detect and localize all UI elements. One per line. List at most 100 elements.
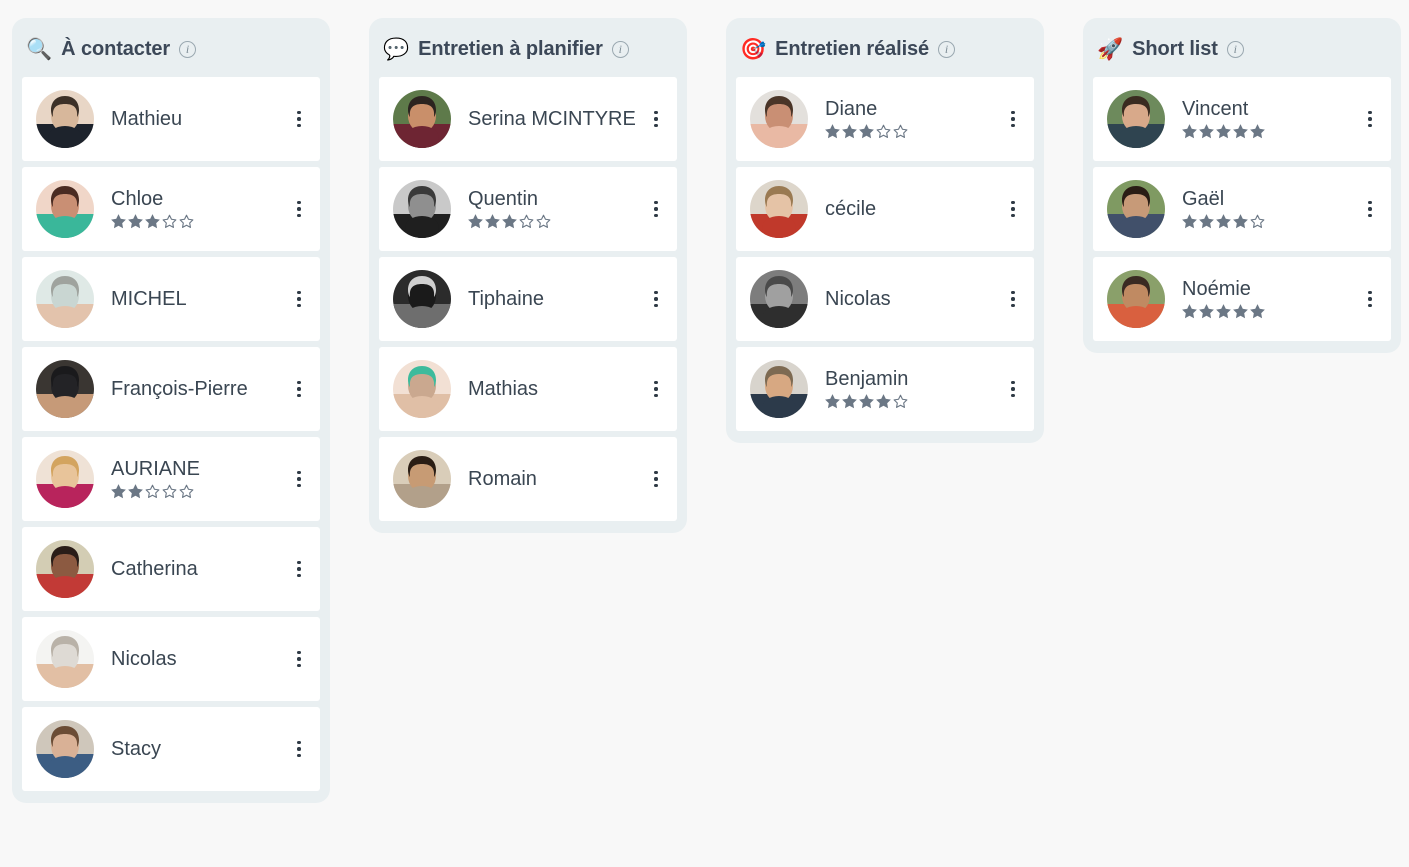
- card-menu-button[interactable]: [288, 644, 310, 674]
- kanban-column-entretien-realise: 🎯 Entretien réalisé i Diane cécile Nicolas Ben…: [726, 18, 1044, 443]
- candidate-card[interactable]: Mathias: [379, 347, 677, 431]
- candidate-card[interactable]: Serina MCINTYRE: [379, 77, 677, 161]
- candidate-card[interactable]: Nicolas: [736, 257, 1034, 341]
- candidate-name: Vincent: [1182, 98, 1249, 120]
- menu-dot: [297, 207, 301, 211]
- card-menu-button[interactable]: [288, 194, 310, 224]
- candidate-name: Serina MCINTYRE: [468, 107, 636, 130]
- candidate-card[interactable]: François-Pierre: [22, 347, 320, 431]
- card-menu-button[interactable]: [645, 284, 667, 314]
- avatar: [36, 90, 94, 148]
- candidate-card[interactable]: Gaël: [1093, 167, 1391, 251]
- card-body: Diane: [808, 98, 1002, 140]
- card-menu-button[interactable]: [1002, 104, 1024, 134]
- candidate-card[interactable]: MICHEL: [22, 257, 320, 341]
- card-menu-button[interactable]: [1359, 194, 1381, 224]
- candidate-card[interactable]: Tiphaine: [379, 257, 677, 341]
- rating-stars[interactable]: [111, 483, 288, 500]
- menu-dot: [654, 297, 658, 301]
- candidate-card[interactable]: Nicolas: [22, 617, 320, 701]
- card-menu-button[interactable]: [1002, 194, 1024, 224]
- card-body: Stacy: [94, 738, 288, 761]
- rating-stars[interactable]: [825, 123, 1002, 140]
- card-menu-button[interactable]: [288, 104, 310, 134]
- rating-stars[interactable]: [825, 393, 1002, 410]
- card-menu-button[interactable]: [288, 284, 310, 314]
- card-menu-button[interactable]: [288, 464, 310, 494]
- kanban-board: 🔍 À contacter i Mathieu Chloe MICHEL François-…: [0, 0, 1409, 803]
- avatar: [36, 450, 94, 508]
- info-icon[interactable]: i: [611, 41, 629, 58]
- candidate-card[interactable]: Diane: [736, 77, 1034, 161]
- rating-stars[interactable]: [1182, 303, 1359, 320]
- card-menu-button[interactable]: [645, 194, 667, 224]
- kanban-column-a-contacter: 🔍 À contacter i Mathieu Chloe MICHEL François-…: [12, 18, 330, 803]
- menu-dot: [1011, 380, 1015, 385]
- menu-dot: [654, 470, 658, 475]
- candidate-card[interactable]: cécile: [736, 167, 1034, 251]
- card-menu-button[interactable]: [645, 104, 667, 134]
- candidate-card[interactable]: Mathieu: [22, 77, 320, 161]
- candidate-card[interactable]: Catherina: [22, 527, 320, 611]
- avatar: [393, 360, 451, 418]
- column-header: 🔍 À contacter i: [12, 18, 330, 77]
- avatar: [36, 180, 94, 238]
- menu-dot: [654, 117, 658, 121]
- card-menu-button[interactable]: [288, 554, 310, 584]
- candidate-card[interactable]: Chloe: [22, 167, 320, 251]
- card-menu-button[interactable]: [288, 374, 310, 404]
- candidate-card[interactable]: Benjamin: [736, 347, 1034, 431]
- menu-dot: [297, 303, 301, 308]
- rating-stars[interactable]: [1182, 123, 1359, 140]
- candidate-card[interactable]: Vincent: [1093, 77, 1391, 161]
- avatar: [393, 90, 451, 148]
- menu-dot: [1011, 207, 1015, 211]
- rating-stars[interactable]: [468, 213, 645, 230]
- card-menu-button[interactable]: [1002, 284, 1024, 314]
- info-icon[interactable]: i: [179, 41, 197, 58]
- card-body: Quentin: [451, 188, 645, 230]
- menu-dot: [654, 207, 658, 211]
- menu-dot: [654, 303, 658, 308]
- card-list: Vincent Gaël Noémie: [1083, 77, 1401, 341]
- menu-dot: [1368, 303, 1372, 308]
- magnifying-glass-icon: 🔍: [26, 38, 53, 61]
- candidate-name: Catherina: [111, 557, 198, 580]
- candidate-name: Mathias: [468, 377, 539, 400]
- card-body: Catherina: [94, 558, 288, 581]
- rating-stars[interactable]: [111, 213, 288, 230]
- card-menu-button[interactable]: [645, 374, 667, 404]
- menu-dot: [1368, 123, 1372, 128]
- menu-dot: [654, 387, 658, 391]
- candidate-name: Tiphaine: [468, 287, 544, 310]
- menu-dot: [1011, 200, 1015, 205]
- info-icon[interactable]: i: [938, 41, 956, 58]
- rating-stars[interactable]: [1182, 213, 1359, 230]
- card-menu-button[interactable]: [1002, 374, 1024, 404]
- info-icon[interactable]: i: [1226, 41, 1244, 58]
- column-title: À contacter: [61, 38, 171, 60]
- card-menu-button[interactable]: [1359, 104, 1381, 134]
- kanban-column-entretien-a-planifier: 💬 Entretien à planifier i Serina MCINTYRE Qu…: [369, 18, 687, 533]
- candidate-card[interactable]: Quentin: [379, 167, 677, 251]
- candidate-card[interactable]: AURIANE: [22, 437, 320, 521]
- menu-dot: [1368, 290, 1372, 295]
- avatar: [36, 720, 94, 778]
- candidate-name: Quentin: [468, 188, 539, 210]
- menu-dot: [654, 200, 658, 205]
- card-menu-button[interactable]: [1359, 284, 1381, 314]
- card-menu-button[interactable]: [288, 734, 310, 764]
- menu-dot: [297, 290, 301, 295]
- menu-dot: [654, 290, 658, 295]
- candidate-card[interactable]: Stacy: [22, 707, 320, 791]
- avatar: [1107, 90, 1165, 148]
- menu-dot: [1368, 117, 1372, 121]
- card-menu-button[interactable]: [645, 464, 667, 494]
- menu-dot: [1011, 303, 1015, 308]
- speech-balloon-icon: 💬: [383, 38, 410, 61]
- candidate-name: Gaël: [1182, 188, 1225, 210]
- candidate-card[interactable]: Noémie: [1093, 257, 1391, 341]
- card-body: François-Pierre: [94, 378, 288, 401]
- menu-dot: [654, 123, 658, 128]
- candidate-card[interactable]: Romain: [379, 437, 677, 521]
